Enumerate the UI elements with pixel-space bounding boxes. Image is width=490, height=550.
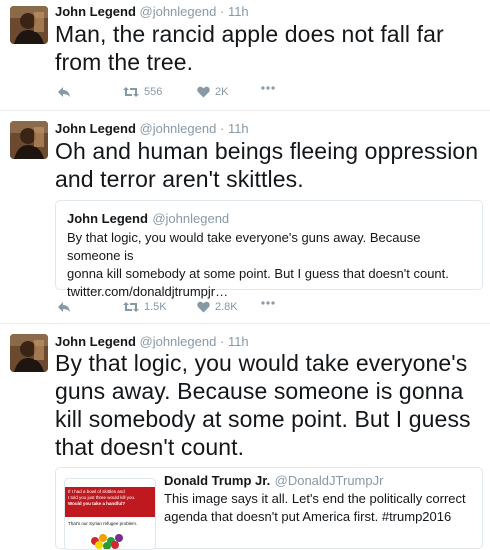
author-name[interactable]: John Legend bbox=[55, 334, 136, 349]
retweet-icon bbox=[123, 87, 139, 97]
reply-button[interactable] bbox=[57, 86, 71, 98]
timestamp[interactable]: 11h bbox=[228, 121, 249, 136]
quote-header: Donald Trump Jr. @DonaldJTrumpJr bbox=[164, 472, 383, 490]
more-icon bbox=[261, 301, 275, 305]
thumbnail-banner: If I had a bowl of skittles and I told y… bbox=[65, 487, 155, 517]
tweet-text-line: guns away. Because someone is gonna bbox=[55, 378, 464, 404]
tweet-text-line: that doesn't count. bbox=[55, 434, 245, 460]
avatar[interactable] bbox=[10, 121, 48, 159]
more-icon bbox=[261, 86, 275, 90]
tweet-text: Man, the rancid apple does not fall far … bbox=[55, 20, 485, 76]
avatar[interactable] bbox=[10, 334, 48, 372]
quoted-tweet[interactable]: John Legend @johnlegend By that logic, y… bbox=[55, 200, 483, 299]
author-handle[interactable]: @johnlegend bbox=[140, 334, 217, 349]
tweet-header: John Legend @johnlegend · 11h bbox=[55, 4, 249, 19]
author-handle[interactable]: @johnlegend bbox=[140, 4, 217, 19]
retweet-icon bbox=[123, 302, 139, 312]
like-button[interactable]: 2K bbox=[197, 86, 228, 98]
more-button[interactable] bbox=[261, 301, 275, 305]
thumbnail-caption: That's our Syrian refugee problem. bbox=[65, 519, 155, 529]
tweet-3[interactable]: John Legend @johnlegend · 11h By that lo… bbox=[0, 324, 490, 550]
quote-text-line: By that logic, you would take everyone's… bbox=[67, 230, 421, 263]
quote-author-name: Donald Trump Jr. bbox=[164, 473, 271, 488]
author-name[interactable]: John Legend bbox=[55, 4, 136, 19]
timestamp[interactable]: 11h bbox=[228, 334, 249, 349]
separator: · bbox=[219, 4, 225, 19]
tweet-1[interactable]: John Legend @johnlegend · 11h Man, the r… bbox=[0, 0, 490, 110]
more-button[interactable] bbox=[261, 86, 275, 90]
retweet-button[interactable]: 556 bbox=[123, 86, 162, 98]
retweet-count: 556 bbox=[144, 86, 163, 98]
retweet-button[interactable]: 1.5K bbox=[123, 301, 167, 313]
tweet-text: Oh and human beings fleeing oppression a… bbox=[55, 137, 485, 193]
quote-text-line: agenda that doesn't put America first. #… bbox=[164, 509, 452, 524]
tweet-header: John Legend @johnlegend · 11h bbox=[55, 334, 249, 349]
heart-icon bbox=[197, 301, 210, 313]
quote-author-handle: @DonaldJTrumpJr bbox=[274, 473, 384, 488]
quote-text-line: This image says it all. Let's end the po… bbox=[164, 491, 466, 506]
like-button[interactable]: 2.8K bbox=[197, 301, 238, 313]
quoted-tweet[interactable]: If I had a bowl of skittles and I told y… bbox=[55, 467, 483, 550]
tweet-text-line: and terror aren't skittles. bbox=[55, 166, 304, 192]
quote-author-handle: @johnlegend bbox=[152, 211, 230, 226]
timestamp[interactable]: 11h bbox=[228, 4, 249, 19]
tweet-text-line: Man, the rancid apple does not fall far bbox=[55, 21, 444, 47]
tweet-header: John Legend @johnlegend · 11h bbox=[55, 121, 249, 136]
retweet-count: 1.5K bbox=[144, 301, 167, 313]
separator: · bbox=[219, 121, 225, 136]
reply-icon bbox=[58, 87, 70, 97]
tweet-2[interactable]: John Legend @johnlegend · 11h Oh and hum… bbox=[0, 111, 490, 323]
quote-header: John Legend @johnlegend bbox=[67, 210, 229, 228]
skittles-bowl-icon bbox=[91, 534, 123, 549]
quote-author-name: John Legend bbox=[67, 211, 148, 226]
quote-link[interactable]: twitter.com/donaldjtrumpjr… bbox=[67, 283, 477, 301]
author-name[interactable]: John Legend bbox=[55, 121, 136, 136]
quote-text-line: gonna kill somebody at some point. But I… bbox=[67, 266, 449, 281]
quote-text: By that logic, you would take everyone's… bbox=[67, 229, 477, 301]
tweet-text-line: from the tree. bbox=[55, 49, 194, 75]
tweet-text: By that logic, you would take everyone's… bbox=[55, 349, 485, 461]
separator: · bbox=[219, 334, 225, 349]
tweet-text-line: Oh and human beings fleeing oppression bbox=[55, 138, 479, 164]
tweet-text-line: kill somebody at some point. But I guess bbox=[55, 406, 471, 432]
reply-button[interactable] bbox=[57, 301, 71, 313]
like-count: 2.8K bbox=[215, 301, 238, 313]
heart-icon bbox=[197, 86, 210, 98]
avatar[interactable] bbox=[10, 6, 48, 44]
author-handle[interactable]: @johnlegend bbox=[140, 121, 217, 136]
like-count: 2K bbox=[215, 86, 229, 98]
quote-text: This image says it all. Let's end the po… bbox=[164, 490, 480, 526]
reply-icon bbox=[58, 302, 70, 312]
thumbnail-text-line: Would you take a handful? bbox=[68, 501, 126, 506]
quote-thumbnail[interactable]: If I had a bowl of skittles and I told y… bbox=[64, 478, 156, 550]
tweet-text-line: By that logic, you would take everyone's bbox=[55, 350, 468, 376]
